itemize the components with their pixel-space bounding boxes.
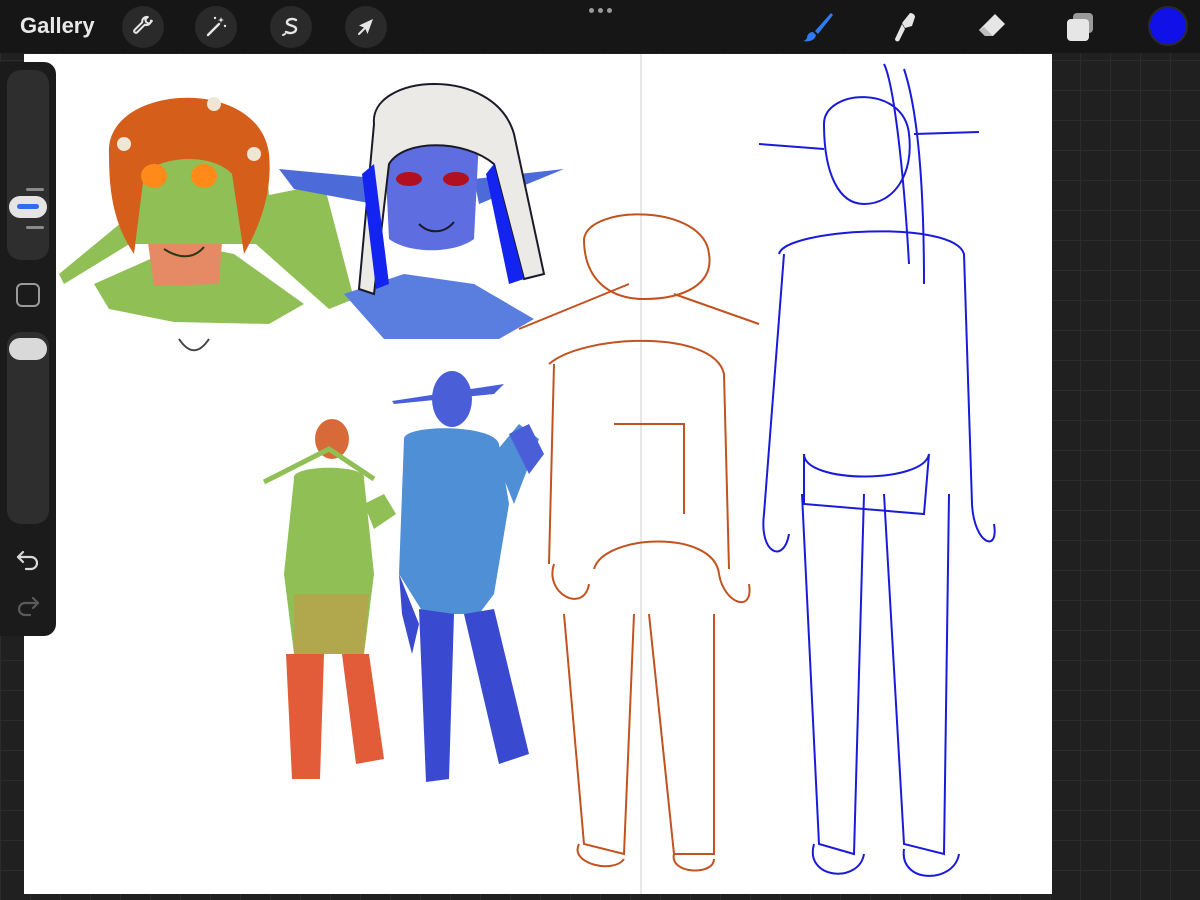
top-toolbar: Gallery xyxy=(0,0,1200,53)
dot xyxy=(606,7,612,13)
blue-sketch-figure xyxy=(758,63,996,877)
redo-button[interactable] xyxy=(14,592,42,620)
layers-icon xyxy=(1067,13,1093,41)
transform-button[interactable] xyxy=(345,6,387,48)
smudge-icon xyxy=(895,13,915,42)
size-handle-indicator xyxy=(17,204,39,209)
artwork xyxy=(59,54,996,894)
undo-button[interactable] xyxy=(14,546,42,574)
opacity-slider[interactable] xyxy=(7,332,49,524)
magic-wand-icon xyxy=(206,16,227,37)
color-picker-swatch[interactable] xyxy=(1150,8,1186,44)
gallery-button[interactable]: Gallery xyxy=(20,13,95,39)
more-options-dots[interactable] xyxy=(587,3,613,17)
green-character-bust xyxy=(59,97,354,352)
selection-s-icon xyxy=(282,17,298,36)
size-tick xyxy=(26,188,44,191)
smudge-tool-button[interactable] xyxy=(885,8,925,46)
arrow-cursor-icon xyxy=(358,19,373,35)
size-tick xyxy=(26,226,44,229)
brush-icon xyxy=(803,13,833,42)
left-sidebar xyxy=(0,62,56,636)
brush-size-handle[interactable] xyxy=(9,196,47,218)
layers-button[interactable] xyxy=(1060,8,1100,46)
brush-tool-button[interactable] xyxy=(798,8,838,46)
adjustments-wand-button[interactable] xyxy=(195,6,237,48)
selection-button[interactable] xyxy=(270,6,312,48)
modify-square-button[interactable] xyxy=(16,283,40,307)
blue-silhouette-figure xyxy=(392,371,544,782)
opacity-handle[interactable] xyxy=(9,338,47,360)
dot xyxy=(597,7,603,13)
green-silhouette-figure xyxy=(262,419,396,779)
actions-wrench-button[interactable] xyxy=(122,6,164,48)
redo-arrow-icon xyxy=(17,596,40,617)
orange-sketch-figure xyxy=(518,213,760,872)
brush-size-slider[interactable] xyxy=(7,70,49,260)
eraser-tool-button[interactable] xyxy=(972,8,1012,46)
undo-arrow-icon xyxy=(16,550,39,571)
dot xyxy=(588,7,594,13)
eraser-icon xyxy=(979,14,1005,36)
drawing-canvas[interactable] xyxy=(24,54,1052,894)
wrench-icon xyxy=(133,15,153,34)
